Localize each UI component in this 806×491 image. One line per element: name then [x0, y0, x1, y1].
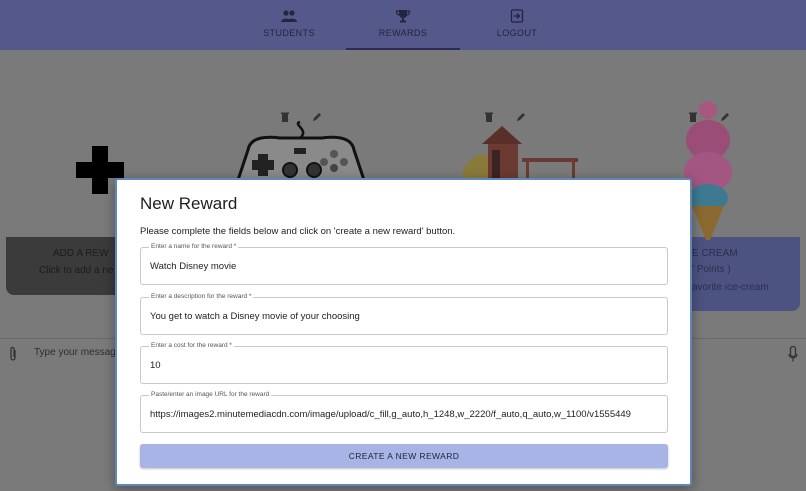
delete-icon[interactable]: [688, 112, 698, 122]
logout-icon: [510, 9, 524, 23]
playground-icon: [462, 126, 578, 180]
reward-name-field[interactable]: Enter a name for the reward * Watch Disn…: [140, 243, 668, 285]
reward-cost-input[interactable]: 10: [150, 360, 660, 371]
nav-tab-students[interactable]: STUDENTS: [232, 0, 346, 50]
reward-description-input[interactable]: You get to watch a Disney movie of your …: [150, 311, 660, 322]
people-icon: [281, 10, 297, 22]
edit-icon[interactable]: [720, 112, 730, 122]
new-reward-dialog: New Reward Please complete the fields be…: [115, 178, 692, 486]
dialog-title: New Reward: [140, 194, 238, 213]
reward-cost-field[interactable]: Enter a cost for the reward * 10: [140, 342, 668, 384]
reward-image-url-input[interactable]: https://images2.minutemediacdn.com/image…: [150, 409, 660, 420]
attach-icon[interactable]: [8, 346, 18, 362]
nav-label-logout: LOGOUT: [496, 28, 538, 38]
microphone-icon[interactable]: [788, 346, 798, 362]
chat-message-input[interactable]: Type your messag: [34, 347, 116, 358]
delete-icon[interactable]: [484, 112, 494, 122]
nav-label-rewards: REWARDS: [378, 28, 428, 38]
reward-name-input[interactable]: Watch Disney movie: [150, 261, 660, 272]
add-reward-card-title: ADD A REW: [53, 248, 109, 259]
top-navigation: STUDENTS REWARDS LOGOUT: [0, 0, 806, 50]
icecream-card-cost: ' Points ): [692, 264, 731, 275]
edit-icon[interactable]: [312, 112, 322, 122]
reward-description-field[interactable]: Enter a description for the reward * You…: [140, 293, 668, 335]
trophy-icon: [395, 10, 411, 23]
nav-tab-rewards[interactable]: REWARDS: [346, 0, 460, 50]
dialog-instructions: Please complete the fields below and cli…: [140, 226, 456, 237]
create-reward-button[interactable]: CREATE A NEW REWARD: [140, 444, 668, 468]
reward-name-label: Enter a name for the reward *: [149, 243, 239, 250]
reward-image-url-field[interactable]: Paste/enter an image URL for the reward …: [140, 391, 668, 433]
nav-label-students: STUDENTS: [263, 28, 315, 38]
nav-tab-logout[interactable]: LOGOUT: [460, 0, 574, 50]
reward-image-url-label: Paste/enter an image URL for the reward: [149, 391, 272, 398]
icecream-card-description: avorite ice-cream: [692, 282, 769, 293]
delete-icon[interactable]: [280, 112, 290, 122]
reward-description-label: Enter a description for the reward *: [149, 293, 254, 300]
game-controller-icon: [236, 120, 366, 180]
icecream-card-title: E CREAM: [692, 248, 738, 259]
edit-icon[interactable]: [516, 112, 526, 122]
reward-cost-label: Enter a cost for the reward *: [149, 342, 234, 349]
add-reward-card-subtitle: Click to add a ne: [39, 265, 114, 276]
